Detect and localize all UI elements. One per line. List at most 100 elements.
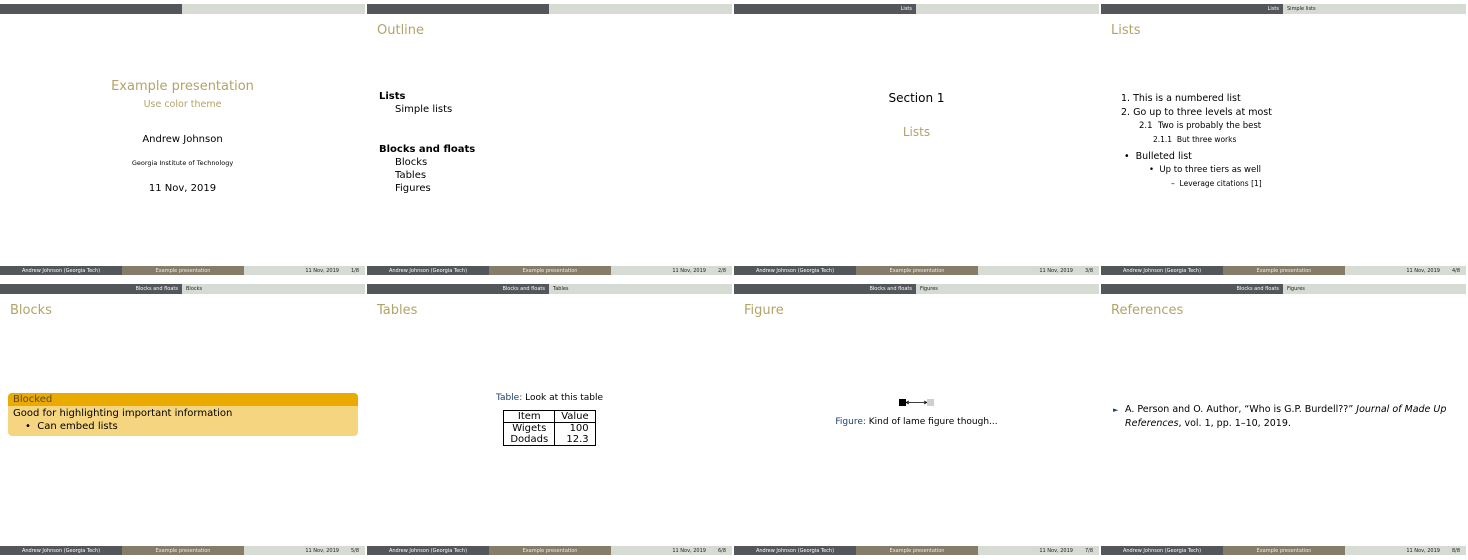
footer-title: Example presentation [122, 546, 244, 555]
frame-title: Tables [377, 303, 418, 318]
slide-header [367, 4, 732, 14]
footer-title: Example presentation [489, 546, 611, 555]
list-item: • Up to three tiers as well [1149, 165, 1261, 175]
block-body: Good for highlighting important informat… [8, 406, 358, 436]
figure-diagram [899, 399, 934, 406]
figure-caption: Figure: Kind of lame figure though... [835, 417, 998, 427]
slide-4[interactable]: Lists Simple lists Lists 1. This is a nu… [1101, 0, 1466, 276]
header-section[interactable]: Blocks and floats [1101, 284, 1283, 294]
page-number: 7/8 [1084, 547, 1093, 554]
slide-header: Blocks and floats Blocks [0, 284, 365, 294]
slide-footer: Andrew Johnson (Georgia Tech) Example pr… [734, 266, 1099, 275]
data-table: Item Value Wigets 100 Dodads 12.3 [503, 410, 596, 446]
outline-subsection[interactable]: Figures [379, 182, 475, 195]
block-title: Blocked [8, 393, 358, 406]
header-subsection[interactable]: Simple lists [1283, 4, 1466, 14]
footer-title: Example presentation [856, 266, 978, 275]
header-section[interactable]: Blocks and floats [734, 284, 916, 294]
page-number: 5/8 [350, 547, 359, 554]
slide-footer: Andrew Johnson (Georgia Tech) Example pr… [1101, 266, 1466, 275]
table-row: Dodads 12.3 [503, 434, 596, 446]
reference-text: A. Person and O. Author, “Who is G.P. Bu… [1125, 404, 1447, 429]
list-item: 2. Go up to three levels at most [1121, 107, 1272, 118]
list-item: • Bulleted list [1124, 151, 1192, 162]
outline-subsection[interactable]: Blocks [379, 156, 475, 169]
block-text: Good for highlighting important informat… [13, 408, 233, 419]
page-number: 2/8 [717, 267, 726, 274]
header-section[interactable] [367, 4, 549, 14]
outline-subsection[interactable]: Tables [379, 169, 475, 182]
presentation-date: 11 Nov, 2019 [148, 183, 217, 194]
list-item: – Leverage citations [1] [1171, 179, 1262, 188]
header-section[interactable]: Lists [734, 4, 916, 14]
slide-5[interactable]: Blocks and floats Blocks Blocks Blocked … [0, 280, 365, 556]
author-name: Andrew Johnson [142, 134, 223, 145]
outline-section[interactable]: Blocks and floats Blocks Tables Figures [379, 143, 475, 195]
table-row: Wigets 100 [503, 422, 596, 434]
header-subsection[interactable] [182, 4, 365, 14]
frame-title: References [1111, 303, 1184, 318]
slide-footer: Andrew Johnson (Georgia Tech) Example pr… [0, 266, 365, 275]
alert-block: Blocked Good for highlighting important … [8, 393, 358, 436]
slide-header: Blocks and floats Figures [1101, 284, 1466, 294]
header-section[interactable]: Lists [1101, 4, 1283, 14]
slide-footer: Andrew Johnson (Georgia Tech) Example pr… [367, 266, 732, 275]
page-number: 3/8 [1084, 267, 1093, 274]
slide-7[interactable]: Blocks and floats Figures Figure Figure:… [734, 280, 1099, 556]
slide-8[interactable]: Blocks and floats Figures References ► A… [1101, 280, 1466, 556]
outline-section[interactable]: Lists Simple lists [379, 90, 452, 116]
page-number: 4/8 [1451, 267, 1460, 274]
list-item: 1. This is a numbered list [1121, 93, 1241, 104]
list-item: 2.1.1 But three works [1153, 135, 1237, 144]
header-section[interactable] [0, 4, 182, 14]
footer-title: Example presentation [1223, 546, 1345, 555]
slide-header: Blocks and floats Figures [734, 284, 1099, 294]
slide-2[interactable]: Outline Lists Simple lists Blocks and fl… [367, 0, 732, 276]
reference-entry: ► A. Person and O. Author, “Who is G.P. … [1113, 403, 1458, 431]
footer-date: 11 Nov, 2019 [1406, 267, 1440, 274]
slide-6[interactable]: Blocks and floats Tables Tables Table: L… [367, 280, 732, 556]
gray-node [927, 399, 934, 406]
page-number: 8/8 [1451, 547, 1460, 554]
frame-title: Outline [377, 23, 425, 38]
triangle-bullet-icon: ► [1113, 406, 1119, 414]
header-subsection[interactable]: Blocks [182, 284, 365, 294]
header-subsection[interactable] [916, 4, 1099, 14]
table-header-row: Item Value [503, 410, 596, 423]
slide-footer: Andrew Johnson (Georgia Tech) Example pr… [367, 546, 732, 555]
slide-1[interactable]: Example presentation Use color theme And… [0, 0, 365, 276]
header-section[interactable]: Blocks and floats [0, 284, 182, 294]
outline-section-title[interactable]: Blocks and floats [379, 143, 475, 156]
header-subsection[interactable] [549, 4, 732, 14]
slide-header: Lists Simple lists [1101, 4, 1466, 14]
footer-author: Andrew Johnson (Georgia Tech) [1101, 266, 1223, 275]
slide-footer: Andrew Johnson (Georgia Tech) Example pr… [1101, 546, 1466, 555]
footer-title: Example presentation [856, 546, 978, 555]
header-subsection[interactable]: Figures [1283, 284, 1466, 294]
footer-title: Example presentation [1223, 266, 1345, 275]
footer-author: Andrew Johnson (Georgia Tech) [0, 266, 122, 275]
header-subsection[interactable]: Figures [916, 284, 1099, 294]
footer-date: 11 Nov, 2019 [672, 267, 706, 274]
slide-3[interactable]: Lists Section 1 Lists Andrew Johnson (Ge… [734, 0, 1099, 276]
slide-footer: Andrew Johnson (Georgia Tech) Example pr… [734, 546, 1099, 555]
institute: Georgia Institute of Technology [131, 159, 234, 167]
presentation-subtitle: Use color theme [143, 99, 222, 110]
footer-author: Andrew Johnson (Georgia Tech) [734, 266, 856, 275]
block-bullet: • Can embed lists [25, 421, 118, 432]
table-wrapper: Item Value Wigets 100 Dodads 12.3 [367, 406, 732, 446]
footer-author: Andrew Johnson (Georgia Tech) [367, 546, 489, 555]
slide-footer: Andrew Johnson (Georgia Tech) Example pr… [0, 546, 365, 555]
footer-author: Andrew Johnson (Georgia Tech) [0, 546, 122, 555]
footer-date: 11 Nov, 2019 [305, 547, 339, 554]
header-section[interactable]: Blocks and floats [367, 284, 549, 294]
footer-date: 11 Nov, 2019 [1039, 547, 1073, 554]
outline-subsection[interactable]: Simple lists [379, 103, 452, 116]
list-content: 1. This is a numbered list 2. Go up to t… [1121, 92, 1272, 190]
footer-date: 11 Nov, 2019 [1039, 267, 1073, 274]
header-subsection[interactable]: Tables [549, 284, 732, 294]
black-node [899, 399, 906, 406]
section-label: Section 1 [888, 91, 945, 105]
outline-section-title[interactable]: Lists [379, 90, 452, 103]
footer-author: Andrew Johnson (Georgia Tech) [734, 546, 856, 555]
